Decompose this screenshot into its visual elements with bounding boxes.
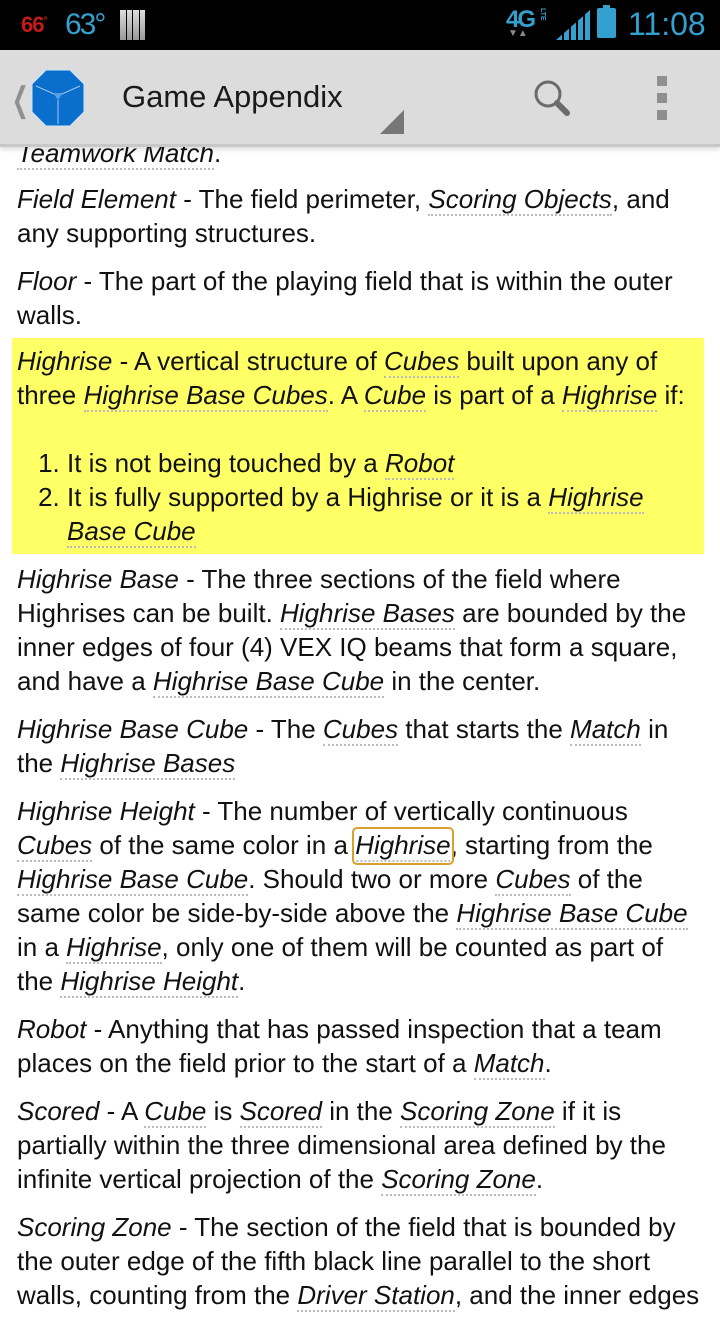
app-logo-cube-icon[interactable] [28,68,88,128]
network-lte-label: LTE [539,8,546,21]
link-scoring-objects[interactable]: Scoring Objects [428,184,612,216]
link-highrise[interactable]: Highrise [66,932,162,964]
glossary-term: Scored [17,1096,100,1126]
temp-high: 66° [21,12,47,38]
glossary-term: Highrise Base Cube [17,714,249,744]
glossary-entry-highrise-height: Highrise Height - The number of vertical… [0,786,720,1004]
definition-text: It is fully supported by a Highrise or i… [67,482,549,512]
definition-text: in a [17,932,67,962]
condition-item: It is not being touched by a Robot [67,446,700,480]
link-cube[interactable]: Cube [363,380,427,412]
definition-text: is part of a [426,380,562,410]
definition-text: is [206,1096,240,1126]
link-highrise[interactable]: Highrise [561,380,658,412]
link-highrise-base-cubes[interactable]: Highrise Base Cubes [83,380,328,412]
glossary-term: Field Element [17,184,176,214]
definition-text: in the center. [384,666,541,696]
glossary-entry-robot: Robot - Anything that has passed inspect… [0,1004,720,1086]
link-match[interactable]: Match [473,1048,545,1080]
link-highrise-bases[interactable]: Highrise Bases [280,598,455,630]
link-highrise-height[interactable]: Highrise Height [60,966,239,998]
definition-text: - Anything that has passed inspection th… [17,1014,662,1078]
battery-icon [597,5,616,38]
link-robot[interactable]: Robot [385,448,455,480]
definition-text: , and the inner edges [454,1280,700,1310]
definition-text: - The number of vertically continuous [194,796,628,826]
barcode-notification-icon [120,10,145,40]
definition-text: . [535,1164,544,1194]
glossary-term: Floor [17,266,77,296]
glossary-entry-floor: Floor - The part of the playing field th… [0,256,720,338]
search-icon[interactable] [530,76,574,120]
condition-item: It is fully supported by a Highrise or i… [67,480,700,548]
definition-text: . Should two or more [248,864,496,894]
link-match[interactable]: Match [570,714,641,746]
glossary-entry-scored: Scored - A Cube is Scored in the Scoring… [0,1086,720,1202]
definition-text: . [238,966,246,996]
glossary-term: Highrise [17,346,113,376]
temp-high-value: 66 [21,12,45,37]
definition-text: if: [657,380,685,410]
link-highrise-bases[interactable]: Highrise Bases [60,748,236,780]
link-scored[interactable]: Scored [239,1096,322,1128]
page-title[interactable]: Game Appendix [122,79,343,115]
glossary-term: Highrise Base [17,564,179,594]
clock: 11:08 [628,6,706,42]
temp-unit: ° [43,15,47,27]
link-highrise[interactable]: Highrise [352,827,454,865]
link-scoring-zone[interactable]: Scoring Zone [381,1164,536,1196]
definition-text: of the same color in a [92,830,356,860]
glossary-term: Robot [17,1014,87,1044]
link-cubes[interactable]: Cubes [322,714,399,746]
link-cubes[interactable]: Cubes [17,830,93,862]
definition-text: It is not being touched by a [67,448,385,478]
definition-text: - The field perimeter, [175,184,429,214]
spinner-dropdown-icon[interactable] [380,110,404,134]
definition-text: that starts the [398,714,571,744]
action-bar: ❮ Game Appendix [0,50,720,147]
link-cubes[interactable]: Cubes [384,346,460,378]
link-highrise-base-cube[interactable]: Highrise Base Cube [152,666,385,698]
data-activity-icon: ▼▲ [508,28,528,39]
temp-current: 63° [65,8,106,41]
link-highrise-base-cube[interactable]: Highrise Base Cube [17,864,249,896]
status-bar: 66° 63° 4G LTE ▼▲ 11:08 [0,0,720,50]
definition-text: . A [327,380,364,410]
glossary-entry-scoring-zone: Scoring Zone - The section of the field … [0,1202,720,1318]
glossary-term: Scoring Zone [17,1212,172,1242]
definition-text: - The part of the playing field that is … [17,266,673,330]
link-cube[interactable]: Cube [144,1096,207,1128]
link-cubes[interactable]: Cubes [495,864,571,896]
link-scoring-zone[interactable]: Scoring Zone [400,1096,555,1128]
condition-list: It is not being touched by a RobotIt is … [17,446,700,548]
link-highrise-base-cube[interactable]: Highrise Base Cube [456,898,688,930]
definition-text: . [544,1048,552,1078]
definition-text: - A [99,1096,145,1126]
signal-strength-icon [556,10,590,40]
definition-text: , starting from the [450,830,653,860]
link-driver-station[interactable]: Driver Station [297,1280,455,1312]
overflow-menu-icon[interactable] [650,76,674,120]
definition-text: - A vertical structure of [112,346,385,376]
glossary-entry-highrise-base: Highrise Base - The three sections of th… [0,554,720,704]
definition-text: - The [248,714,323,744]
definition-text: in the [321,1096,401,1126]
glossary-entry-highrise-base-cube: Highrise Base Cube - The Cubes that star… [0,704,720,786]
glossary-content: Teamwork Match. Field Element - The fiel… [0,126,720,1318]
up-caret-icon[interactable]: ❮ [12,80,29,120]
glossary-list: Field Element - The field perimeter, Sco… [0,174,720,1318]
glossary-term: Highrise Height [17,796,195,826]
glossary-entry-highrise: Highrise - A vertical structure of Cubes… [12,338,704,554]
glossary-entry-field-element: Field Element - The field perimeter, Sco… [0,174,720,256]
